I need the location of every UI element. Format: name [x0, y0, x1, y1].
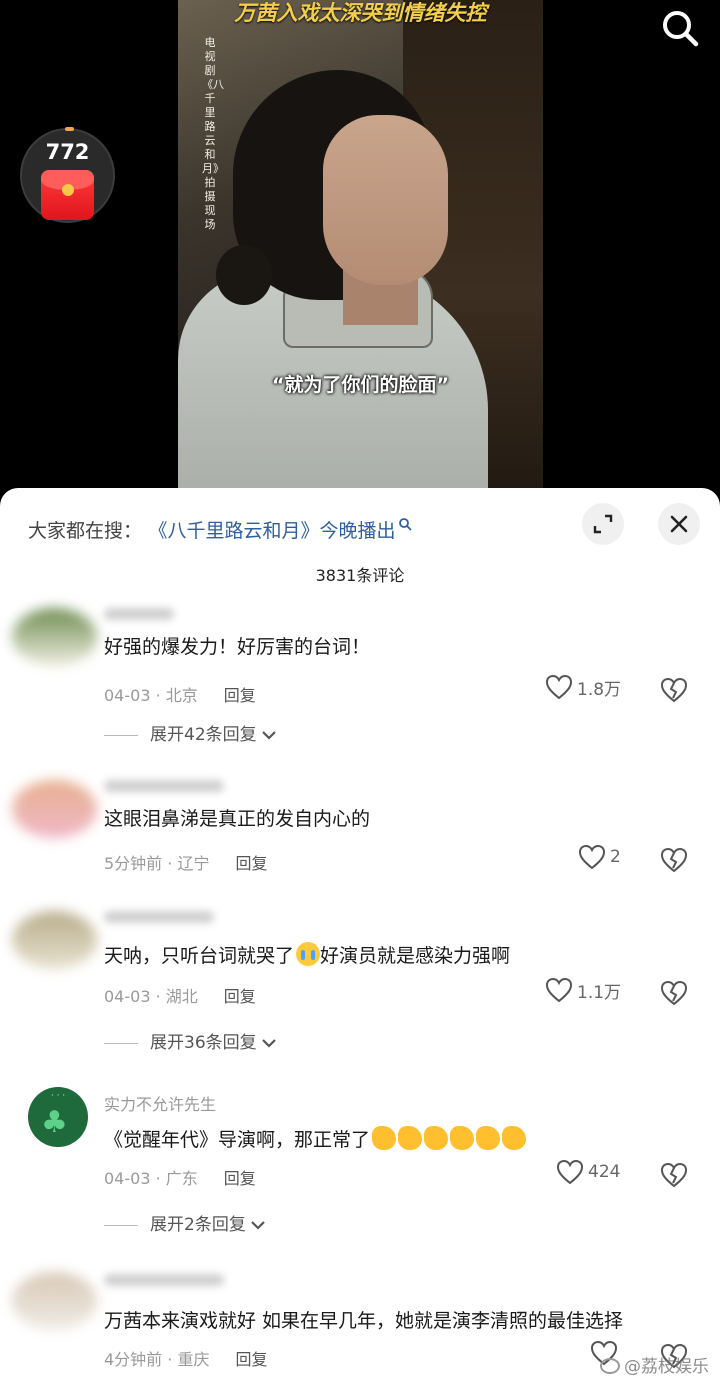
heart-icon: [545, 977, 573, 1003]
broken-heart-icon[interactable]: [660, 979, 688, 1007]
expand-replies-button[interactable]: 展开42条回复: [104, 720, 277, 745]
heart-icon: [556, 1159, 584, 1185]
expand-replies-label: 展开2条回复: [150, 1215, 246, 1235]
like-button[interactable]: 2: [578, 844, 621, 874]
username[interactable]: [104, 608, 174, 620]
like-button[interactable]: 424: [556, 1159, 620, 1189]
comment-date: 4分钟前: [104, 1350, 163, 1369]
clapping-emoji: [450, 1126, 475, 1150]
video-title: 万茜入戏太深哭到情绪失控: [234, 1, 487, 25]
crying-emoji: [296, 942, 321, 966]
comment-item: 这眼泪鼻涕是真正的发自内心的 5分钟前 · 辽宁 回复 2: [0, 778, 720, 888]
watermark-text: @荔枝娱乐: [624, 1357, 709, 1377]
avatar[interactable]: [12, 1272, 97, 1330]
trending-search-bar[interactable]: 大家都在搜： 《八千里路云和月》今晚播出: [28, 510, 412, 542]
broken-heart-icon[interactable]: [660, 846, 688, 874]
comment-text: 天呐，只听台词就哭了 好演员就是感染力强啊: [104, 941, 714, 968]
comment-item: 天呐，只听台词就哭了 好演员就是感染力强啊 04-03 · 湖北 回复 1.1万 展…: [0, 903, 720, 1063]
comment-text-part: 好演员就是感染力强啊: [320, 945, 511, 967]
red-packet-icon: [41, 170, 94, 220]
username[interactable]: [104, 911, 214, 923]
reply-button[interactable]: 回复: [235, 854, 267, 873]
username[interactable]: [104, 1274, 224, 1286]
video-subtitle: “就为了你们的脸面”: [272, 374, 449, 396]
comment-meta: 04-03 · 湖北 回复: [104, 987, 256, 1006]
chevron-down-icon: [261, 1039, 276, 1048]
chevron-down-icon: [251, 1221, 265, 1230]
username[interactable]: 实力不允许先生: [104, 1091, 216, 1115]
weibo-watermark: @荔枝娱乐: [600, 1352, 709, 1377]
broken-heart-icon[interactable]: [660, 676, 688, 704]
comment-meta: 04-03 · 广东 回复: [104, 1169, 256, 1188]
close-button[interactable]: [658, 503, 700, 545]
chevron-down-icon: [261, 731, 276, 740]
trending-search-link[interactable]: 《八千里路云和月》今晚播出: [158, 520, 396, 542]
expand-replies-label: 展开36条回复: [150, 1033, 257, 1053]
comment-text: 好强的爆发力！好厉害的台词！: [104, 636, 371, 658]
comment-meta: 04-03 · 北京 回复: [104, 686, 256, 705]
avatar[interactable]: · · · ♣: [28, 1087, 88, 1147]
expand-icon: [593, 514, 613, 534]
heart-icon: [545, 674, 573, 700]
scene-figure-bun: [216, 245, 272, 305]
red-packet-indicator: [65, 127, 74, 131]
video-caption-vertical: 电视剧《八千里路云和月》拍摄现场: [202, 36, 224, 231]
search-icon[interactable]: [660, 8, 700, 48]
comment-location: 广东: [165, 1169, 198, 1188]
clapping-emoji: [372, 1126, 397, 1150]
comment-date: 04-03: [104, 686, 151, 705]
comment-text-part: 天呐，只听台词就哭了: [104, 945, 295, 967]
broken-heart-icon[interactable]: [660, 1161, 688, 1189]
comment-item: 好强的爆发力！好厉害的台词！ 04-03 · 北京 回复 1.8万 展开42条回复: [0, 600, 720, 760]
comment-sheet: 大家都在搜： 《八千里路云和月》今晚播出 3831条评论 好强的爆发力！好厉害的台…: [0, 488, 720, 1386]
comment-date: 5分钟前: [104, 854, 163, 873]
expand-button[interactable]: [582, 503, 624, 545]
clapping-emoji: [398, 1126, 423, 1150]
comment-location: 辽宁: [177, 854, 210, 873]
username[interactable]: [104, 780, 224, 792]
like-count: 1.1万: [577, 982, 622, 1003]
red-packet-widget[interactable]: 772: [20, 127, 115, 223]
heart-icon: [578, 844, 606, 870]
comment-text: 这眼泪鼻涕是真正的发自内心的: [104, 808, 371, 830]
comment-meta: 4分钟前 · 重庆 回复: [104, 1350, 268, 1369]
comment-location: 北京: [165, 686, 198, 705]
comment-location: 湖北: [165, 987, 198, 1006]
comment-item: · · · ♣ 实力不允许先生 《觉醒年代》导演啊，那正常了 04-03 · 广…: [0, 1085, 720, 1245]
weibo-logo-icon: [600, 1358, 620, 1374]
close-icon: [670, 515, 688, 533]
comment-count: 3831条评论: [315, 566, 405, 585]
like-button[interactable]: 1.1万: [545, 977, 621, 1007]
reply-button[interactable]: 回复: [224, 987, 256, 1006]
expand-replies-button[interactable]: 展开36条回复: [104, 1028, 277, 1053]
comment-text: 《觉醒年代》导演啊，那正常了: [104, 1125, 714, 1152]
comment-text: 万茜本来演戏就好 如果在早几年，她就是演李清照的最佳选择: [104, 1310, 624, 1332]
expand-replies-label: 展开42条回复: [150, 725, 257, 745]
video-frame[interactable]: [178, 0, 543, 490]
reply-button[interactable]: 回复: [235, 1350, 267, 1369]
comment-date: 04-03: [104, 987, 151, 1006]
comment-text-part: 《觉醒年代》导演啊，那正常了: [104, 1129, 371, 1151]
clapping-emoji: [476, 1126, 501, 1150]
video-player[interactable]: 万茜入戏太深哭到情绪失控 电视剧《八千里路云和月》拍摄现场 “就为了你们的脸面”…: [0, 0, 720, 500]
avatar[interactable]: [12, 608, 97, 666]
reply-button[interactable]: 回复: [224, 1169, 256, 1188]
small-search-icon: [398, 510, 412, 531]
comment-date: 04-03: [104, 1169, 151, 1188]
clapping-emoji: [424, 1126, 449, 1150]
scene-figure-face: [323, 115, 448, 285]
like-count: 1.8万: [577, 679, 622, 700]
reply-button[interactable]: 回复: [224, 686, 256, 705]
clapping-emoji: [502, 1126, 527, 1150]
avatar[interactable]: [12, 780, 97, 838]
like-button[interactable]: 1.8万: [545, 674, 621, 704]
expand-replies-button[interactable]: 展开2条回复: [104, 1210, 266, 1235]
like-count: 2: [610, 847, 621, 867]
red-packet-count: 772: [45, 140, 90, 164]
trending-label: 大家都在搜：: [28, 520, 143, 542]
like-count: 424: [588, 1162, 621, 1182]
comment-meta: 5分钟前 · 辽宁 回复: [104, 854, 268, 873]
comment-location: 重庆: [177, 1350, 210, 1369]
avatar[interactable]: [12, 911, 97, 969]
